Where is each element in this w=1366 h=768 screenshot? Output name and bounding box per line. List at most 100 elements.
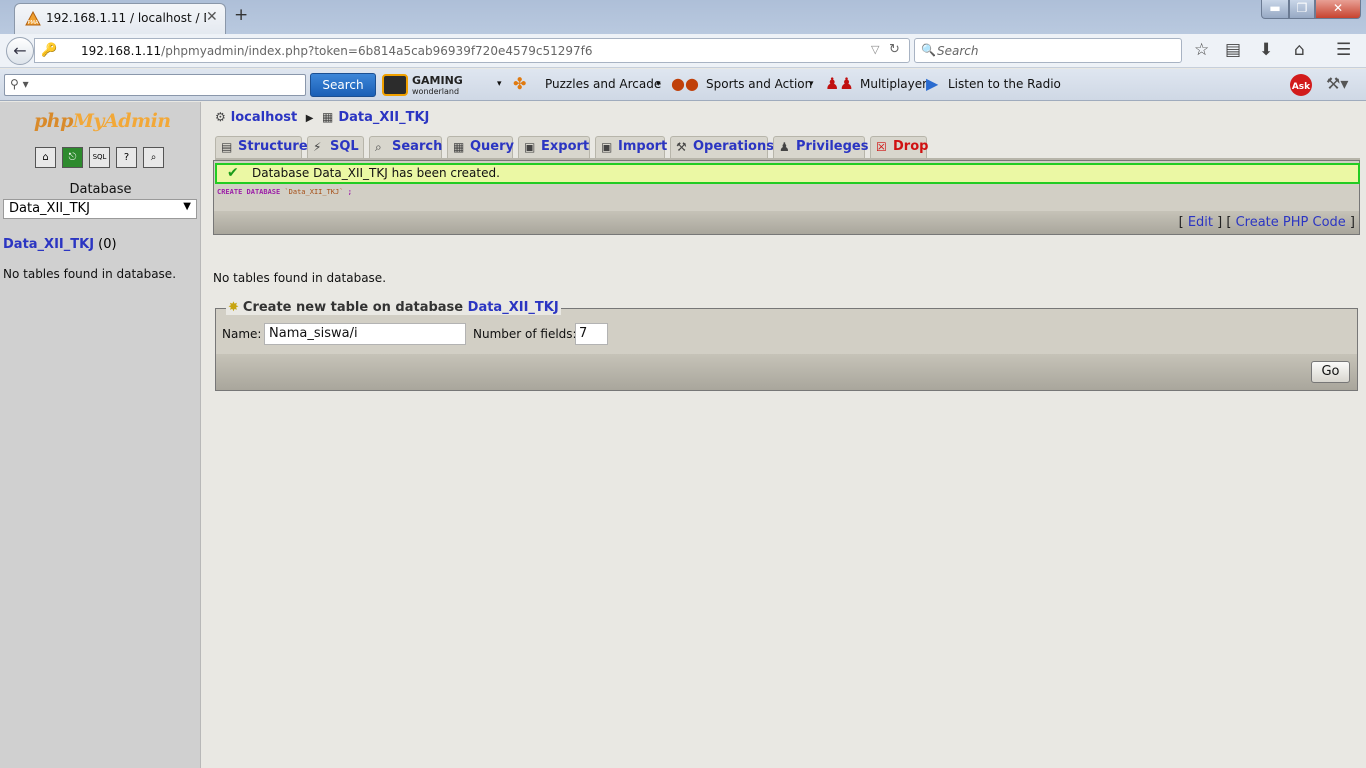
tab-query[interactable]: ▦ Query (447, 136, 515, 158)
browser-tab[interactable]: PMA 192.168.1.11 / localhost / D... ✕ (14, 3, 226, 34)
gaming-dropdown-icon[interactable]: ▾ (497, 79, 502, 89)
sql-keyword-create: CREATE (217, 188, 243, 196)
number-of-fields-input[interactable]: 7 (575, 323, 608, 345)
success-message-text: Database Data_XII_TKJ has been created. (252, 166, 500, 180)
query-action-links: [ Edit ] [ Create PHP Code ] (1179, 215, 1355, 230)
create-php-code-link[interactable]: Create PHP Code (1236, 215, 1346, 230)
create-table-db-link[interactable]: Data_XII_TKJ (468, 300, 559, 315)
toolbar-search-input[interactable]: ⚲ ▾ (4, 74, 306, 96)
tab-structure-label: Structure (238, 139, 308, 154)
database-tabs: ▤ Structure ⚡ SQL ⌕ Search ▦ Query ▣ Export ▣… (215, 136, 1355, 158)
bookmarks-list-icon[interactable]: ▤ (1225, 40, 1241, 60)
sports-balls-icon: ●● (671, 74, 699, 93)
sql-query-text: CREATE DATABASE `Data_XII_TKJ` ; (217, 188, 352, 196)
edit-query-link[interactable]: Edit (1188, 215, 1213, 230)
close-tab-icon[interactable]: ✕ (206, 9, 218, 25)
downloads-icon[interactable]: ⬇ (1259, 40, 1273, 60)
radio-link[interactable]: Listen to the Radio (948, 77, 1061, 91)
documentation-icon[interactable]: ? (116, 147, 137, 168)
left-no-tables-text: No tables found in database. (3, 267, 177, 281)
database-select[interactable]: Data_XII_TKJ ▼ (3, 199, 197, 219)
tab-search[interactable]: ⌕ Search (369, 136, 442, 158)
import-icon: ▣ (601, 140, 613, 154)
menu-icon[interactable]: ☰ (1336, 40, 1351, 60)
navigation-bar: ← 🔑 192.168.1.11/phpmyadmin/index.php?to… (0, 34, 1366, 68)
url-path: /phpmyadmin/index.php?token=6b814a5cab96… (161, 44, 593, 58)
tab-operations[interactable]: ⚒ Operations (670, 136, 774, 158)
tab-drop[interactable]: ☒ Drop (870, 136, 929, 158)
server-icon: ⚙ (215, 110, 226, 124)
puzzles-arcade-link[interactable]: Puzzles and Arcade (545, 77, 661, 91)
create-table-fieldset: ✸ Create new table on database Data_XII_T… (215, 300, 1358, 391)
logo-php-text: php (34, 110, 73, 132)
breadcrumb-separator-icon: ▶ (305, 113, 314, 124)
breadcrumb-database-link[interactable]: Data_XII_TKJ (338, 110, 429, 125)
bracket-separator: ] [ (1217, 215, 1232, 230)
toolbar-settings-wrench-icon[interactable]: ⚒▾ (1326, 74, 1348, 98)
home-icon[interactable]: ⌂ (1294, 40, 1305, 60)
back-button[interactable]: ← (6, 37, 34, 65)
reload-icon[interactable]: ↻ (889, 42, 900, 57)
structure-icon: ▤ (221, 140, 233, 154)
create-table-actions-bar: Go (216, 354, 1357, 390)
sports-action-link[interactable]: Sports and Action (706, 77, 812, 91)
bracket-open: [ (1178, 215, 1184, 230)
create-table-legend-text: Create new table on database (242, 300, 464, 315)
table-name-label: Name: (222, 327, 262, 341)
svg-text:PMA: PMA (28, 20, 39, 26)
logo-myadmin-text: MyAdmin (72, 110, 171, 132)
database-table-count: (0) (98, 237, 117, 252)
tab-search-label: Search (392, 139, 443, 154)
phpmyadmin-logo[interactable]: phpMyAdmin (34, 110, 171, 132)
url-host: 192.168.1.11 (81, 44, 162, 58)
gaming-wonderland-logo-icon[interactable]: GAMING wonderland (382, 73, 492, 97)
tab-import[interactable]: ▣ Import (595, 136, 667, 158)
browser-search-bar[interactable]: 🔍 Search (914, 38, 1182, 63)
tab-privileges[interactable]: ♟ Privileges (773, 136, 868, 158)
operations-wrench-icon: ⚒ (676, 140, 687, 154)
left-navigation-frame: phpMyAdmin ⌂ ⎋ SQL ? ⌕ Database Data_XII… (0, 102, 201, 768)
tab-query-label: Query (470, 139, 515, 154)
search-icon: 🔍 (921, 43, 936, 57)
drop-icon: ☒ (876, 140, 887, 154)
tab-sql[interactable]: ⚡ SQL (307, 136, 364, 158)
url-text: 192.168.1.11/phpmyadmin/index.php?token=… (81, 44, 593, 58)
puzzles-dropdown-icon[interactable]: ▾ (656, 79, 661, 89)
svg-text:GAMING: GAMING (412, 74, 463, 87)
logout-icon[interactable]: ⎋ (62, 147, 83, 168)
create-table-legend: ✸ Create new table on database Data_XII_T… (226, 300, 561, 315)
chevron-down-icon: ▼ (183, 201, 191, 212)
ask-toolbar: ⚲ ▾ Search GAMING wonderland ▾ ✤ Puzzles… (0, 69, 1366, 101)
maximize-button[interactable]: ❐ (1289, 0, 1315, 19)
success-checkmark-icon: ✔ (227, 165, 239, 181)
tab-structure[interactable]: ▤ Structure (215, 136, 308, 158)
close-window-button[interactable]: ✕ (1315, 0, 1361, 19)
identity-key-icon[interactable]: 🔑 (41, 43, 57, 58)
privileges-users-icon: ♟ (779, 140, 790, 154)
toolbar-search-button[interactable]: Search (310, 73, 376, 97)
bookmark-star-icon[interactable]: ☆ (1194, 40, 1209, 60)
sql-terminator: ; (347, 188, 352, 196)
table-name-input[interactable]: Nama_siswa/i (264, 323, 466, 345)
query-window-icon[interactable]: SQL (89, 147, 110, 168)
tab-export[interactable]: ▣ Export (518, 136, 590, 158)
ask-logo-icon[interactable]: Ask (1289, 73, 1313, 97)
minimize-button[interactable]: ▬ (1261, 0, 1289, 19)
database-link[interactable]: Data_XII_TKJ (3, 237, 94, 252)
tab-sql-label: SQL (330, 139, 359, 154)
breadcrumb-server-link[interactable]: localhost (231, 110, 297, 125)
home-icon[interactable]: ⌂ (35, 147, 56, 168)
search-placeholder: Search (937, 44, 979, 58)
mysql-documentation-icon[interactable]: ⌕ (143, 147, 164, 168)
sports-dropdown-icon[interactable]: ▾ (809, 79, 814, 89)
url-dropdown-icon[interactable]: ▽ (871, 43, 879, 56)
tab-operations-label: Operations (693, 139, 774, 154)
puzzle-icon: ✤ (513, 74, 527, 93)
go-button[interactable]: Go (1311, 361, 1350, 383)
radio-play-icon: ▶ (926, 74, 939, 93)
new-tab-button[interactable]: + (234, 5, 248, 25)
tab-drop-label: Drop (893, 139, 929, 154)
success-message: ✔ Database Data_XII_TKJ has been created… (215, 163, 1360, 184)
multiplayer-link[interactable]: Multiplayer (860, 77, 927, 91)
url-bar[interactable]: 🔑 192.168.1.11/phpmyadmin/index.php?toke… (34, 38, 910, 63)
